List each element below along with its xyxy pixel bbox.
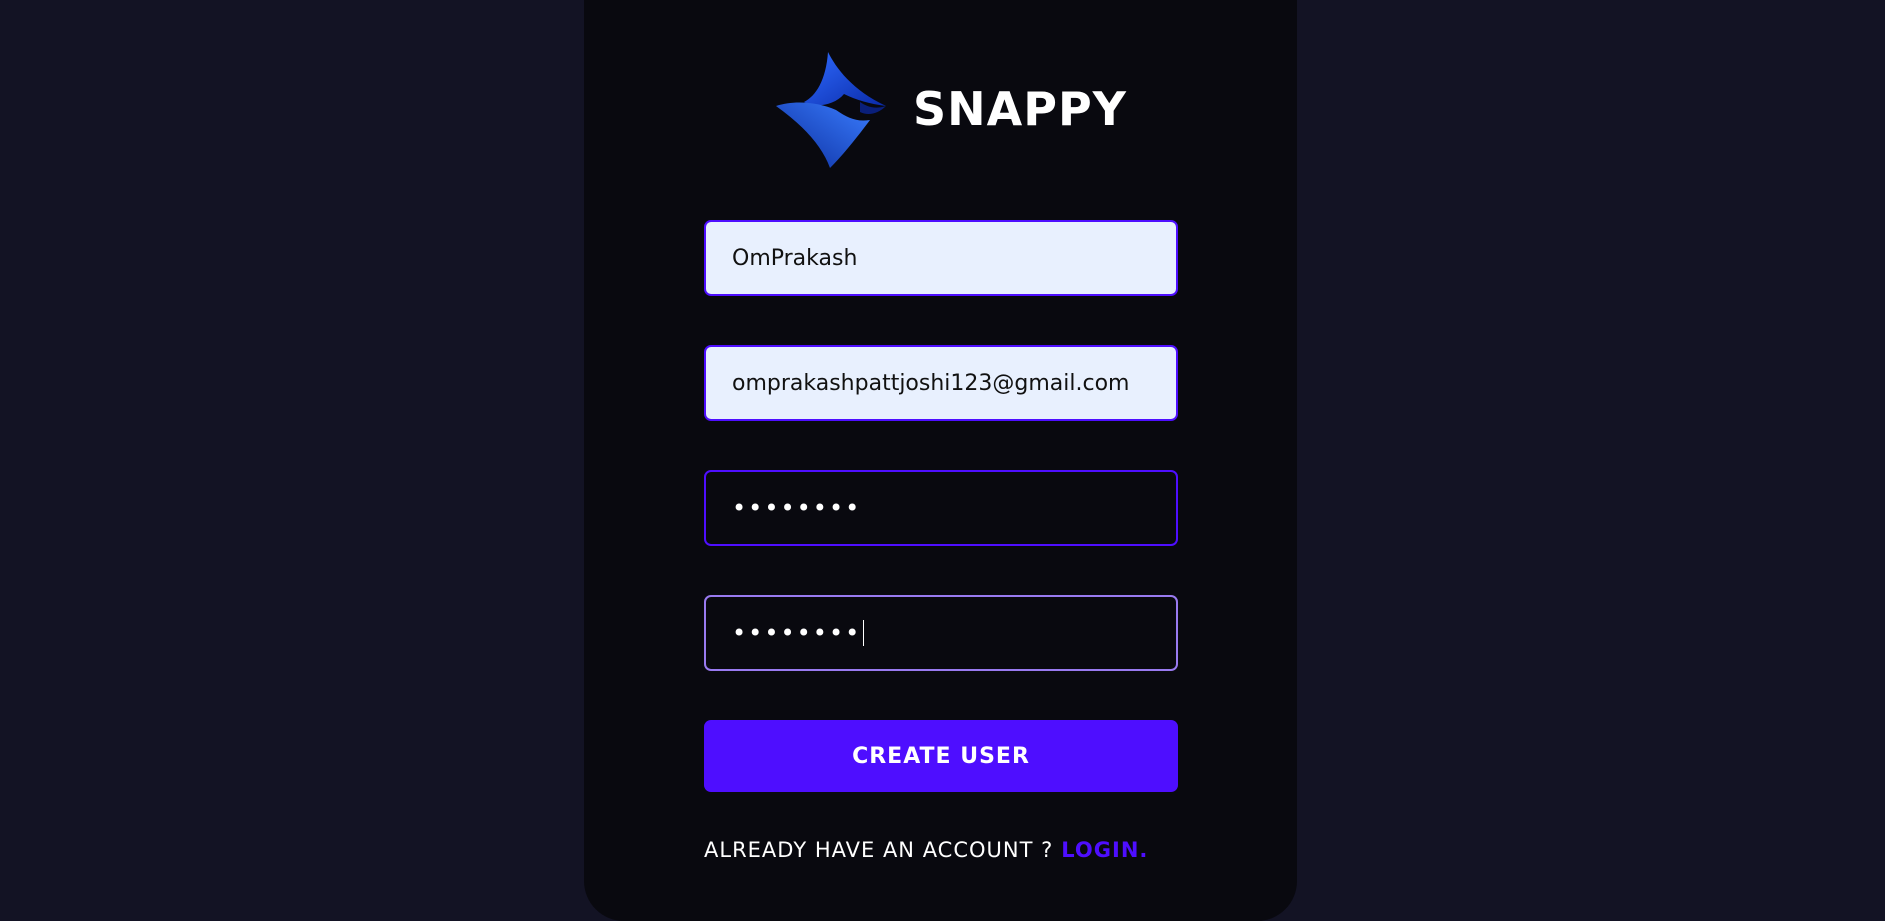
password-input[interactable]: •••••••• [704, 470, 1178, 546]
username-value: OmPrakash [732, 245, 858, 271]
email-input[interactable]: omprakashpattjoshi123@gmail.com [704, 345, 1178, 421]
login-link[interactable]: LOGIN. [1061, 838, 1148, 862]
brand: SNAPPY [774, 50, 1127, 168]
password-masked-value: •••••••• [732, 494, 862, 522]
brand-title: SNAPPY [913, 82, 1127, 136]
snappy-logo-icon [776, 52, 886, 168]
username-input[interactable]: OmPrakash [704, 220, 1178, 296]
confirm-password-input[interactable]: •••••••• [704, 595, 1178, 671]
email-value: omprakashpattjoshi123@gmail.com [732, 370, 1130, 396]
text-caret [863, 620, 865, 646]
login-prompt-text: ALREADY HAVE AN ACCOUNT ? [704, 838, 1054, 862]
register-page: SNAPPY OmPrakash omprakashpattjoshi123@g… [0, 0, 1885, 921]
login-prompt: ALREADY HAVE AN ACCOUNT ? LOGIN. [704, 834, 1178, 866]
confirm-password-masked-value: •••••••• [732, 619, 862, 647]
create-user-button[interactable]: CREATE USER [704, 720, 1178, 792]
